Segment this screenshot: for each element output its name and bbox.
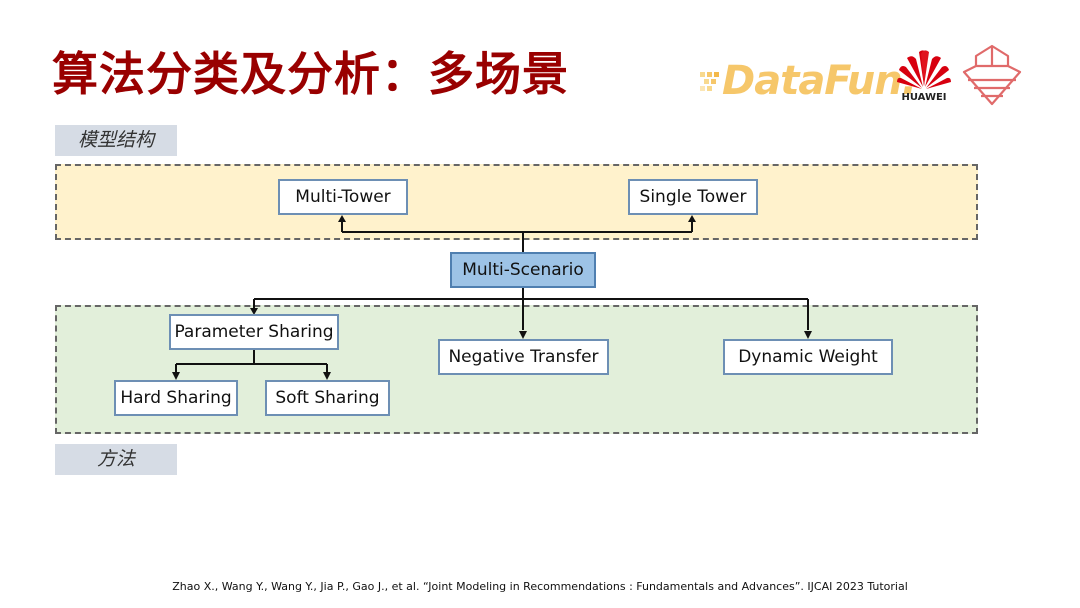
node-negative-transfer: Negative Transfer: [438, 339, 609, 375]
node-soft-sharing: Soft Sharing: [265, 380, 390, 416]
node-single-tower: Single Tower: [628, 179, 758, 215]
node-multi-tower: Multi-Tower: [278, 179, 408, 215]
model-structure-label: 模型结构: [55, 125, 177, 156]
methods-label: 方法: [55, 444, 177, 475]
node-multi-scenario: Multi-Scenario: [450, 252, 596, 288]
ship-bow-icon: [962, 44, 1022, 106]
model-structure-band: [55, 164, 978, 240]
node-parameter-sharing: Parameter Sharing: [169, 314, 339, 350]
datafun-dots-icon: [700, 72, 719, 91]
slide-title: 算法分类及分析：多场景: [52, 47, 569, 101]
node-dynamic-weight: Dynamic Weight: [723, 339, 893, 375]
node-hard-sharing: Hard Sharing: [114, 380, 238, 416]
citation: Zhao X., Wang Y., Wang Y., Jia P., Gao J…: [172, 580, 908, 593]
datafun-logo: DataFun.: [722, 58, 917, 104]
huawei-logo-text: HUAWEI: [901, 92, 947, 103]
